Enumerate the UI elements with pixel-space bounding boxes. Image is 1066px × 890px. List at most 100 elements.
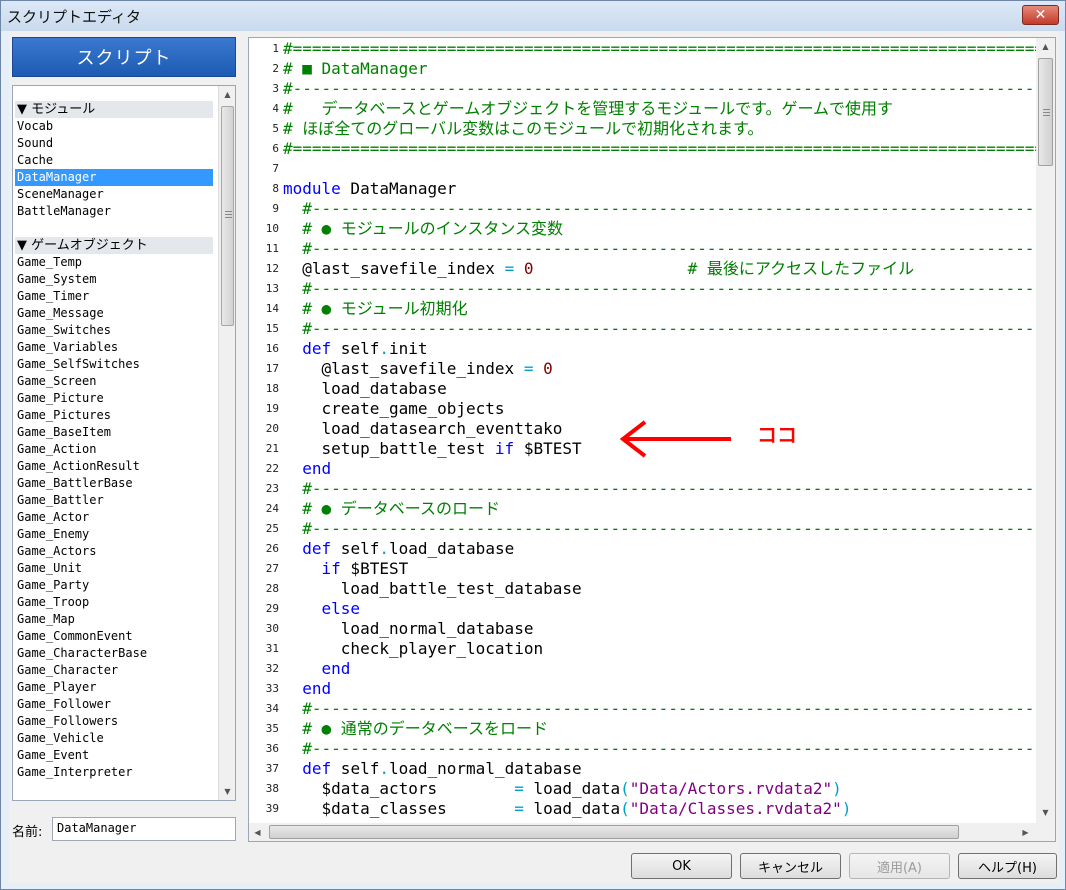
script-item-game-followers[interactable]: Game_Followers	[15, 713, 213, 730]
script-item-game-switches[interactable]: Game_Switches	[15, 322, 213, 339]
code-line[interactable]: 24 # ● データベースのロード	[249, 499, 1039, 519]
code-line[interactable]: 4 # データベースとゲームオブジェクトを管理するモジュールです。ゲームで使用す	[249, 99, 1039, 119]
script-item-game-screen[interactable]: Game_Screen	[15, 373, 213, 390]
script-item-vocab[interactable]: Vocab	[15, 118, 213, 135]
script-item-game-character[interactable]: Game_Character	[15, 662, 213, 679]
script-list-scrollbar[interactable]: ▲ ▼	[218, 86, 235, 800]
code-line[interactable]: 19 create_game_objects	[249, 399, 1039, 419]
scroll-down-arrow-icon[interactable]: ▼	[219, 783, 235, 800]
script-item-game-battler[interactable]: Game_Battler	[15, 492, 213, 509]
code-token-op: .	[379, 539, 389, 558]
editor-scroll-up-icon[interactable]: ▲	[1037, 38, 1054, 55]
script-item-game-interpreter[interactable]: Game_Interpreter	[15, 764, 213, 781]
script-item-game-enemy[interactable]: Game_Enemy	[15, 526, 213, 543]
script-item-game-system[interactable]: Game_System	[15, 271, 213, 288]
code-line[interactable]: 18 load_database	[249, 379, 1039, 399]
script-item-game-player[interactable]: Game_Player	[15, 679, 213, 696]
code-line[interactable]: 3 #--------------------------------------…	[249, 79, 1039, 99]
annotation-arrow-icon	[619, 420, 731, 458]
editor-vertical-scrollbar[interactable]: ▲ ▼	[1036, 38, 1055, 823]
script-item-game-map[interactable]: Game_Map	[15, 611, 213, 628]
script-item-game-commonevent[interactable]: Game_CommonEvent	[15, 628, 213, 645]
code-line[interactable]: 39 $data_classes = load_data("Data/Class…	[249, 799, 1039, 819]
scroll-up-arrow-icon[interactable]: ▲	[219, 86, 235, 103]
script-item-game-party[interactable]: Game_Party	[15, 577, 213, 594]
code-line[interactable]: 28 load_battle_test_database	[249, 579, 1039, 599]
list-section-section[interactable]: ▼ モジュール	[15, 101, 213, 118]
code-line[interactable]: 34 #------------------------------------…	[249, 699, 1039, 719]
code-line[interactable]: 26 def self.load_database	[249, 539, 1039, 559]
code-line[interactable]: 10 # ● モジュールのインスタンス変数	[249, 219, 1039, 239]
script-item-game-selfswitches[interactable]: Game_SelfSwitches	[15, 356, 213, 373]
code-line[interactable]: 33 end	[249, 679, 1039, 699]
code-line[interactable]: 7	[249, 159, 1039, 179]
code-line[interactable]: 15 #------------------------------------…	[249, 319, 1039, 339]
code-line[interactable]: 37 def self.load_normal_database	[249, 759, 1039, 779]
ok-button[interactable]: OK	[631, 853, 732, 879]
code-line[interactable]: 8 module DataManager	[249, 179, 1039, 199]
script-list[interactable]: Game_Interpreter Game_Event Game_Vehicle Ga…	[12, 85, 236, 801]
code-line[interactable]: 30 load_normal_database	[249, 619, 1039, 639]
script-item-game-event[interactable]: Game_Event	[15, 747, 213, 764]
script-item-game-picture[interactable]: Game_Picture	[15, 390, 213, 407]
code-line[interactable]: 14 # ● モジュール初期化	[249, 299, 1039, 319]
code-line[interactable]: 16 def self.init	[249, 339, 1039, 359]
script-item-game-characterbase[interactable]: Game_CharacterBase	[15, 645, 213, 662]
code-line[interactable]: 17 @last_savefile_index = 0	[249, 359, 1039, 379]
code-line[interactable]: 22 end	[249, 459, 1039, 479]
script-list-scroll-thumb[interactable]	[221, 106, 234, 326]
script-item-game-baseitem[interactable]: Game_BaseItem	[15, 424, 213, 441]
code-line[interactable]: 27 if $BTEST	[249, 559, 1039, 579]
editor-scroll-down-icon[interactable]: ▼	[1037, 804, 1054, 821]
code-line[interactable]: 5 # ほぼ全てのグローバル変数はこのモジュールで初期化されます。	[249, 119, 1039, 139]
code-line[interactable]: 36 #------------------------------------…	[249, 739, 1039, 759]
script-item-datamanager[interactable]: DataManager	[15, 169, 213, 186]
apply-button[interactable]: 適用(A)	[849, 853, 950, 879]
code-line[interactable]: 13 #------------------------------------…	[249, 279, 1039, 299]
editor-vertical-scroll-thumb[interactable]	[1038, 58, 1053, 166]
script-item-game-troop[interactable]: Game_Troop	[15, 594, 213, 611]
script-item-game-follower[interactable]: Game_Follower	[15, 696, 213, 713]
script-item-game-actionresult[interactable]: Game_ActionResult	[15, 458, 213, 475]
close-button[interactable]: ✕	[1022, 5, 1059, 25]
script-item-battlemanager[interactable]: BattleManager	[15, 203, 213, 220]
script-name-input[interactable]: DataManager	[52, 817, 236, 841]
script-item-game-timer[interactable]: Game_Timer	[15, 288, 213, 305]
help-button[interactable]: ヘルプ(H)	[958, 853, 1057, 879]
script-item-game-variables[interactable]: Game_Variables	[15, 339, 213, 356]
code-line[interactable]: 11 #------------------------------------…	[249, 239, 1039, 259]
code-token-comment: #---------------------------------------…	[283, 199, 1039, 218]
code-line[interactable]: 32 end	[249, 659, 1039, 679]
script-item-game-vehicle[interactable]: Game_Vehicle	[15, 730, 213, 747]
script-item-game-battlerbase[interactable]: Game_BattlerBase	[15, 475, 213, 492]
code-line[interactable]: 6 #======================================…	[249, 139, 1039, 159]
list-section-section[interactable]: ▼ ゲームオブジェクト	[15, 237, 213, 254]
script-item-scenemanager[interactable]: SceneManager	[15, 186, 213, 203]
editor-scroll-right-icon[interactable]: ▶	[1017, 824, 1034, 841]
code-line[interactable]: 23 #------------------------------------…	[249, 479, 1039, 499]
script-item-game-action[interactable]: Game_Action	[15, 441, 213, 458]
code-line[interactable]: 35 # ● 通常のデータベースをロード	[249, 719, 1039, 739]
code-line[interactable]: 1 #======================================…	[249, 39, 1039, 59]
editor-scroll-left-icon[interactable]: ◀	[249, 824, 266, 841]
code-line[interactable]: 31 check_player_location	[249, 639, 1039, 659]
script-item-game-pictures[interactable]: Game_Pictures	[15, 407, 213, 424]
script-item-cache[interactable]: Cache	[15, 152, 213, 169]
code-line[interactable]: 38 $data_actors = load_data("Data/Actors…	[249, 779, 1039, 799]
script-item-sound[interactable]: Sound	[15, 135, 213, 152]
code-line[interactable]: 9 #-------------------------------------…	[249, 199, 1039, 219]
script-item-game-unit[interactable]: Game_Unit	[15, 560, 213, 577]
editor-horizontal-scroll-thumb[interactable]	[269, 825, 959, 839]
editor-horizontal-scrollbar[interactable]: ◀ ▶	[249, 823, 1036, 841]
code-line[interactable]: 2 # ■ DataManager	[249, 59, 1039, 79]
code-line[interactable]: 25 #------------------------------------…	[249, 519, 1039, 539]
cancel-button[interactable]: キャンセル	[740, 853, 841, 879]
code-line[interactable]: 12 @last_savefile_index = 0 # 最後にアクセスしたフ…	[249, 259, 1039, 279]
script-item-game-actors[interactable]: Game_Actors	[15, 543, 213, 560]
code-line[interactable]: 29 else	[249, 599, 1039, 619]
script-item-game-actor[interactable]: Game_Actor	[15, 509, 213, 526]
script-item-game-temp[interactable]: Game_Temp	[15, 254, 213, 271]
line-number: 36	[265, 742, 279, 755]
script-item-game-message[interactable]: Game_Message	[15, 305, 213, 322]
title-bar[interactable]: スクリプトエディタ ✕	[1, 1, 1065, 31]
